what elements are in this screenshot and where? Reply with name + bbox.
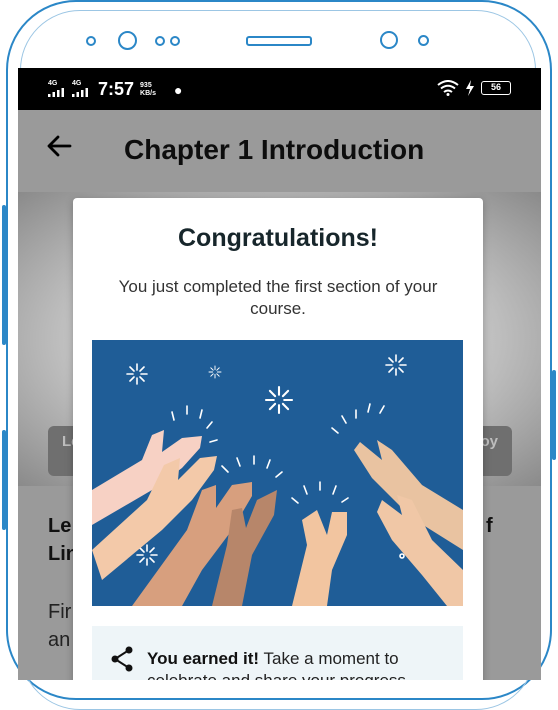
signal-bars-icon — [48, 87, 64, 97]
signal-bars-icon — [72, 87, 88, 97]
speed-value: 935 — [140, 81, 152, 89]
sensor-dot — [155, 36, 165, 46]
page-title: Chapter 1 Introduction — [124, 134, 425, 165]
network-type-label: 4G — [72, 79, 82, 87]
signal-indicator-2: 4G — [72, 80, 90, 100]
share-progress-bold: You earned it! — [147, 649, 260, 668]
side-button-right — [552, 370, 556, 460]
clock: 7:57 — [98, 79, 135, 99]
share-icon[interactable] — [110, 646, 134, 672]
share-progress-text: You earned it! Take a moment to celebrat… — [147, 648, 447, 680]
back-arrow-icon[interactable] — [46, 134, 72, 158]
charging-icon — [466, 80, 474, 96]
sensor-dot — [170, 36, 180, 46]
chip-right-label: oy — [480, 433, 498, 450]
side-button-left-2 — [2, 430, 6, 530]
clapping-hands-illustration — [92, 340, 463, 606]
network-speed: 935 KB/s — [140, 82, 156, 98]
wifi-icon — [437, 80, 459, 96]
paragraph-line: Fir — [48, 601, 72, 623]
battery-icon: 56 — [481, 81, 511, 95]
notification-dot: ● — [173, 81, 183, 98]
paragraph-line: an — [48, 629, 71, 651]
sensor-dot — [86, 36, 96, 46]
speed-unit: KB/s — [140, 89, 156, 97]
sensor-dot — [418, 35, 429, 46]
share-progress-card[interactable]: You earned it! Take a moment to celebrat… — [92, 626, 463, 680]
proximity-sensor — [380, 31, 398, 49]
clapping-hands-graphic — [92, 354, 463, 606]
phone-screen: 4G 4G 7:57 935 KB/s ● 56 Chapter 1 Intro… — [18, 68, 541, 680]
earpiece-speaker — [246, 36, 312, 46]
lesson-heading-right: f — [486, 515, 493, 537]
network-type-label: 4G — [48, 79, 58, 87]
lesson-paragraph: Fir an — [48, 598, 71, 654]
dialog-subtitle: You just completed the first section of … — [118, 277, 438, 318]
status-bar: 4G 4G 7:57 935 KB/s ● 56 — [18, 68, 541, 110]
congratulations-dialog: Congratulations! You just completed the … — [73, 198, 483, 680]
app-bar: Chapter 1 Introduction — [18, 110, 541, 192]
signal-indicator-1: 4G — [48, 80, 66, 100]
dialog-title: Congratulations! — [178, 224, 378, 252]
front-camera — [118, 31, 137, 50]
side-button-left — [2, 205, 6, 345]
